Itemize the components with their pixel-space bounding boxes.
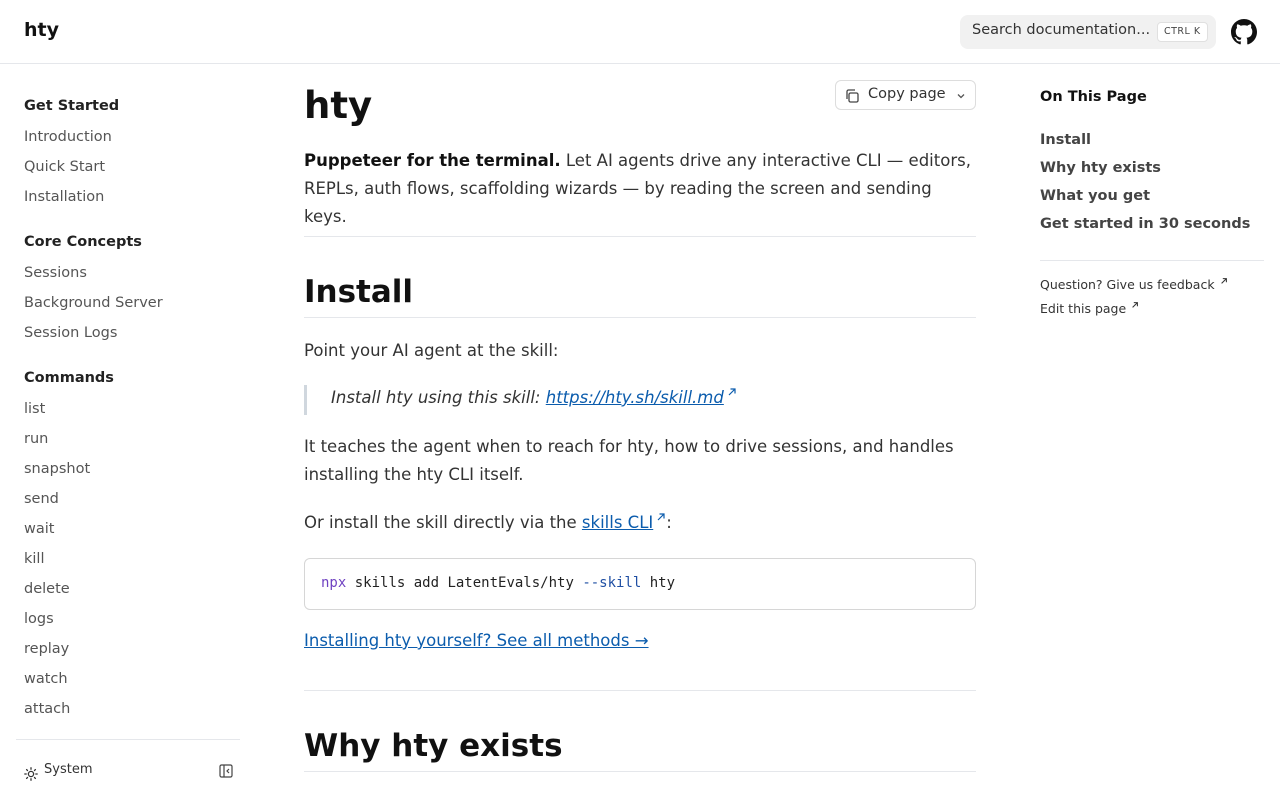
sidebar-item-replay[interactable]: replay (24, 641, 69, 657)
top-navbar: hty Search documentation... CTRL K (0, 0, 1280, 64)
chevron-down-icon (957, 94, 965, 99)
lead-bold: Puppeteer for the terminal. (304, 151, 561, 170)
code-tail: hty (641, 575, 676, 591)
toc-item-why-hty-exists[interactable]: Why hty exists (1040, 160, 1161, 176)
sidebar-group-get-started: Get Started (24, 98, 120, 114)
or-install-text: Or install the skill directly via the (304, 513, 582, 532)
external-link-icon (657, 513, 665, 521)
feedback-label: Question? Give us feedback (1040, 277, 1215, 292)
external-link-icon (1132, 302, 1139, 308)
code-command: npx skills add LatentEvals/hty --skill h… (321, 575, 675, 591)
search-input[interactable]: Search documentation... CTRL K (960, 15, 1216, 49)
lead-paragraph: Puppeteer for the terminal. Let AI agent… (304, 147, 976, 231)
external-link-icon (728, 388, 736, 396)
heading-install: Install (304, 274, 414, 310)
skill-md-link[interactable]: https://hty.sh/skill.md (546, 388, 724, 407)
code-cmd: npx (321, 575, 347, 591)
copy-icon (846, 89, 859, 103)
sidebar-item-kill[interactable]: kill (24, 551, 44, 567)
sidebar-item-background-server[interactable]: Background Server (24, 295, 163, 311)
sidebar-item-attach[interactable]: attach (24, 701, 70, 717)
sidebar-item-introduction[interactable]: Introduction (24, 129, 112, 145)
skills-cli-link[interactable]: skills CLI (582, 513, 653, 532)
blockquote: Install hty using this skill: https://ht… (304, 385, 976, 415)
toc-item-what-you-get[interactable]: What you get (1040, 188, 1150, 204)
copy-page-label: Copy page (868, 86, 946, 102)
sidebar-item-wait[interactable]: wait (24, 521, 54, 537)
quote-prefix: Install hty using this skill: (331, 388, 546, 407)
external-link-icon (1220, 278, 1227, 284)
github-icon[interactable] (1231, 19, 1257, 45)
copy-page-button[interactable]: Copy page (835, 80, 976, 110)
page-title: hty (304, 84, 373, 127)
sidebar-item-logs[interactable]: logs (24, 611, 54, 627)
sidebar-item-delete[interactable]: delete (24, 581, 70, 597)
install-intro: Point your AI agent at the skill: (304, 341, 559, 360)
sidebar-group-core-concepts: Core Concepts (24, 234, 142, 250)
search-placeholder: Search documentation... (972, 22, 1151, 38)
main-content: hty Copy page Puppeteer for the terminal… (304, 64, 976, 800)
heading-why-hty-exists: Why hty exists (304, 728, 563, 764)
sidebar-item-watch[interactable]: watch (24, 671, 68, 687)
sidebar-item-installation[interactable]: Installation (24, 189, 104, 205)
sidebar-item-list[interactable]: list (24, 401, 45, 417)
feedback-link[interactable]: Question? Give us feedback (1040, 277, 1228, 292)
code-flag: --skill (582, 575, 642, 591)
brand-logo[interactable]: hty (24, 19, 59, 41)
divider (304, 690, 976, 691)
methods-paragraph: Installing hty yourself? See all methods… (304, 631, 649, 650)
sidebar-item-run[interactable]: run (24, 431, 48, 447)
code-block[interactable]: npx skills add LatentEvals/hty --skill h… (304, 558, 976, 610)
sidebar-item-session-logs[interactable]: Session Logs (24, 325, 117, 341)
sidebar-group-commands: Commands (24, 370, 114, 386)
theme-toggle-label[interactable]: System (44, 762, 92, 777)
sidebar-collapse-icon[interactable] (219, 764, 233, 778)
heading-underline (304, 771, 976, 772)
blockquote-text: Install hty using this skill: https://ht… (331, 387, 737, 407)
search-shortcut-badge: CTRL K (1157, 22, 1208, 42)
code-args: skills add LatentEvals/hty (346, 575, 583, 591)
sidebar-item-send[interactable]: send (24, 491, 59, 507)
sidebar: Get Started Introduction Quick Start Ins… (0, 64, 256, 800)
edit-page-label: Edit this page (1040, 301, 1127, 316)
or-install-paragraph: Or install the skill directly via the sk… (304, 509, 976, 537)
edit-page-link[interactable]: Edit this page (1040, 301, 1139, 316)
toc-title: On This Page (1040, 89, 1147, 105)
teaches-paragraph: It teaches the agent when to reach for h… (304, 437, 954, 484)
sidebar-footer: System (16, 739, 240, 800)
sidebar-item-snapshot[interactable]: snapshot (24, 461, 90, 477)
sun-icon[interactable] (24, 767, 38, 781)
sidebar-item-quick-start[interactable]: Quick Start (24, 159, 105, 175)
toc-divider (1040, 260, 1264, 261)
or-install-colon: : (666, 513, 672, 532)
toc-item-install[interactable]: Install (1040, 132, 1091, 148)
toc-item-get-started[interactable]: Get started in 30 seconds (1040, 216, 1250, 232)
sidebar-item-sessions[interactable]: Sessions (24, 265, 87, 281)
heading-underline (304, 317, 976, 318)
table-of-contents: On This Page Install Why hty exists What… (1040, 64, 1280, 364)
all-methods-link[interactable]: Installing hty yourself? See all methods… (304, 631, 649, 650)
divider (304, 236, 976, 237)
